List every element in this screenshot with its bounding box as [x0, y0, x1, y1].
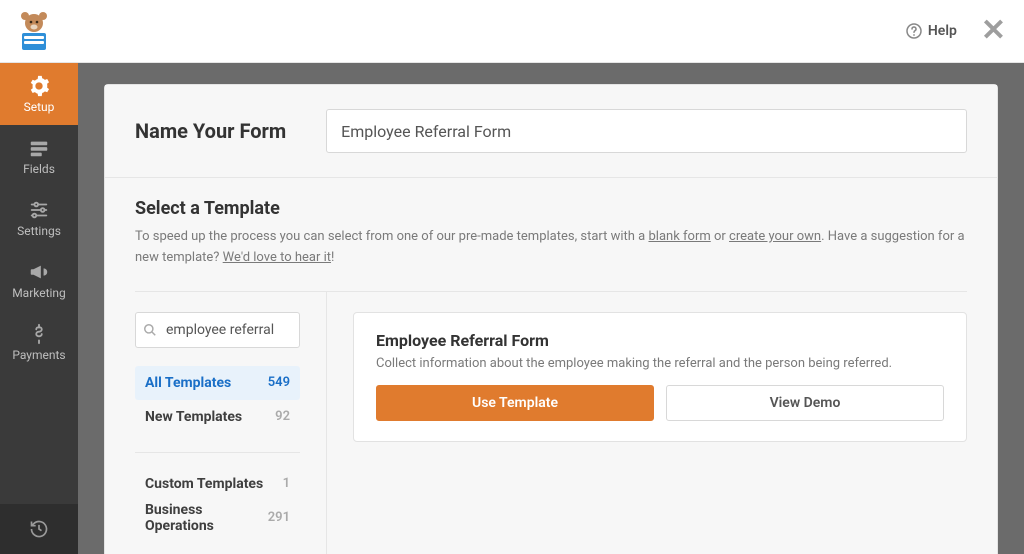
category-new-templates[interactable]: New Templates 92 — [135, 400, 300, 434]
search-icon — [143, 323, 157, 337]
category-label: Custom Templates — [145, 476, 263, 492]
category-label: Business Operations — [145, 502, 268, 534]
sidebar-item-fields[interactable]: Fields — [0, 125, 78, 187]
sidebar-item-setup[interactable]: Setup — [0, 63, 78, 125]
app-logo — [12, 9, 56, 53]
sidebar-item-settings[interactable]: Settings — [0, 187, 78, 249]
sidebar-item-payments[interactable]: Payments — [0, 311, 78, 373]
form-name-label: Name Your Form — [135, 119, 286, 143]
sidebar-label: Setup — [24, 100, 55, 114]
category-label: All Templates — [145, 375, 231, 391]
help-icon — [906, 23, 922, 39]
template-title: Employee Referral Form — [376, 331, 944, 350]
dollar-icon — [28, 323, 50, 345]
fields-icon — [28, 137, 50, 159]
use-template-button[interactable]: Use Template — [376, 385, 654, 421]
select-template-description: To speed up the process you can select f… — [135, 227, 967, 269]
category-count: 291 — [268, 510, 290, 525]
select-template-section: Select a Template To speed up the proces… — [105, 178, 997, 292]
setup-panel: Name Your Form Select a Template To spee… — [104, 84, 998, 554]
sliders-icon — [28, 199, 50, 221]
create-your-own-link[interactable]: create your own — [729, 229, 821, 244]
form-name-input[interactable] — [326, 109, 967, 153]
category-all-templates[interactable]: All Templates 549 — [135, 366, 300, 400]
sidebar-label: Fields — [23, 162, 55, 176]
view-demo-button[interactable]: View Demo — [666, 385, 944, 421]
category-count: 549 — [268, 375, 290, 390]
sidebar-history-button[interactable] — [0, 504, 78, 554]
template-card: Employee Referral Form Collect informati… — [353, 312, 967, 442]
topbar-right: Help ✕ — [906, 16, 1006, 46]
category-custom-templates[interactable]: Custom Templates 1 — [135, 467, 300, 501]
close-icon[interactable]: ✕ — [981, 16, 1006, 46]
template-results: Employee Referral Form Collect informati… — [327, 292, 967, 554]
select-template-title: Select a Template — [135, 198, 967, 219]
bullhorn-icon — [28, 261, 50, 283]
help-label: Help — [928, 23, 957, 39]
form-name-row: Name Your Form — [105, 85, 997, 178]
category-business-operations[interactable]: Business Operations 291 — [135, 501, 300, 535]
category-count: 1 — [283, 476, 290, 491]
blank-form-link[interactable]: blank form — [648, 229, 710, 244]
topbar: Help ✕ — [0, 0, 1024, 63]
template-description: Collect information about the employee m… — [376, 356, 944, 371]
history-icon — [29, 519, 49, 539]
sidebar-item-marketing[interactable]: Marketing — [0, 249, 78, 311]
category-count: 92 — [275, 409, 290, 424]
sidebar-label: Settings — [17, 224, 61, 238]
help-link[interactable]: Help — [906, 23, 957, 39]
sidebar-label: Marketing — [12, 286, 66, 300]
divider — [135, 452, 300, 453]
template-sidebar: All Templates 549 New Templates 92 Custo… — [135, 292, 327, 554]
suggestion-link[interactable]: We'd love to hear it — [223, 250, 331, 265]
sidebar-label: Payments — [12, 348, 65, 362]
template-search-input[interactable] — [135, 312, 300, 348]
gear-icon — [28, 75, 50, 97]
stage: Name Your Form Select a Template To spee… — [78, 63, 1024, 554]
sidebar: Setup Fields Settings Marketing Payments — [0, 63, 78, 554]
category-label: New Templates — [145, 409, 242, 425]
